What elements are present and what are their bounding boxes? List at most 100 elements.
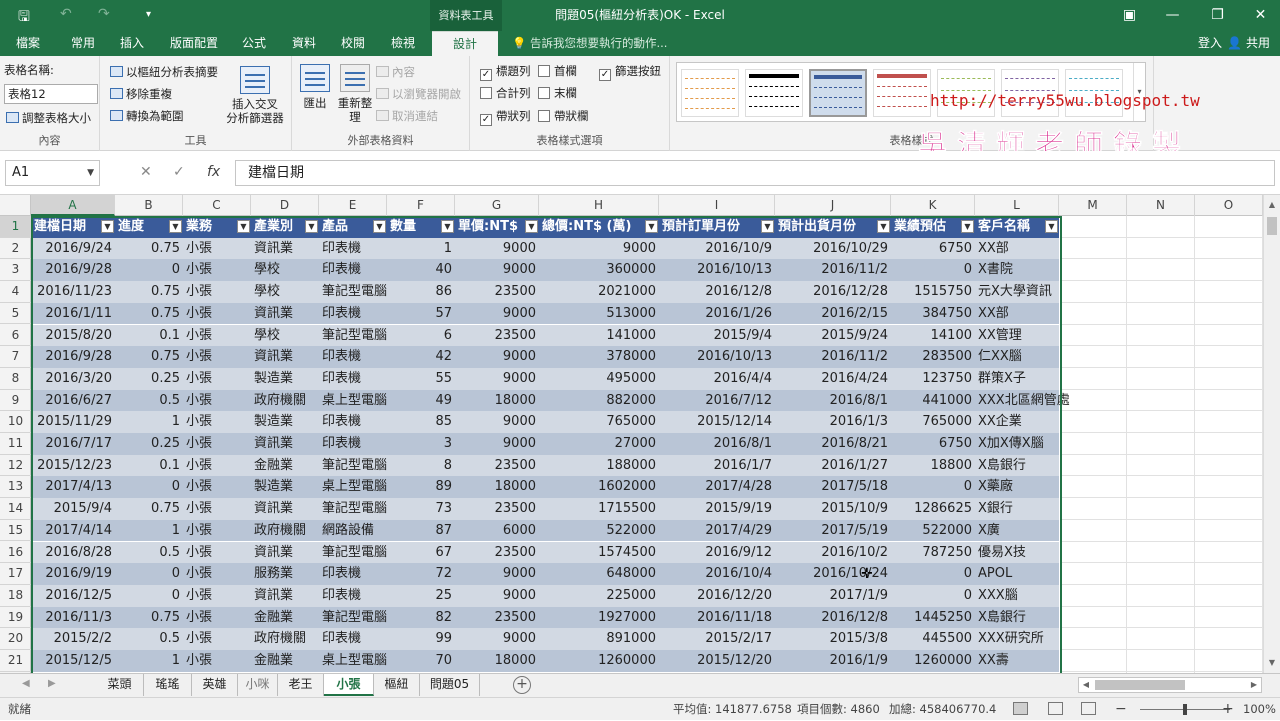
vertical-scrollbar[interactable]: ▲ ▼ [1263, 195, 1280, 673]
table-cell[interactable]: 99 [387, 628, 455, 650]
cell-area[interactable]: 建檔日期 ▼ 進度 ▼ 業務 ▼ 產業別 ▼ 產品 ▼ 數量 ▼ 單價:NT$ ▼ 總價:NT$ (萬) ▼ 預… [31, 216, 1263, 673]
insert-function-icon[interactable]: fx [207, 164, 220, 180]
row-header[interactable]: 7 [0, 346, 31, 368]
table-cell[interactable]: 23500 [455, 498, 539, 520]
table-cell[interactable]: 522000 [539, 520, 659, 542]
table-cell[interactable]: 513000 [539, 303, 659, 325]
row-header[interactable]: 6 [0, 325, 31, 347]
table-cell[interactable]: 55 [387, 368, 455, 390]
table-cell[interactable]: 2016/11/18 [659, 607, 775, 629]
table-cell[interactable]: 小張 [183, 520, 251, 542]
table-cell[interactable]: 1286625 [891, 498, 975, 520]
h-scroll-thumb[interactable] [1095, 680, 1185, 690]
table-cell[interactable]: 0.25 [115, 433, 183, 455]
row-header[interactable]: 11 [0, 433, 31, 455]
row-header[interactable]: 20 [0, 628, 31, 650]
table-cell[interactable]: 384750 [891, 303, 975, 325]
table-cell[interactable]: 小張 [183, 368, 251, 390]
header-row-checkbox[interactable]: ✓ 標題列 [480, 63, 531, 81]
table-cell[interactable]: 印表機 [319, 238, 387, 260]
table-cell[interactable]: 0.1 [115, 455, 183, 477]
banded-rows-checkbox[interactable]: ✓ 帶狀列 [480, 108, 531, 126]
filter-dropdown-icon[interactable]: ▼ [305, 220, 318, 233]
table-cell[interactable]: 2016/9/19 [31, 563, 115, 585]
table-cell[interactable]: 桌上型電腦 [319, 476, 387, 498]
table-cell[interactable]: X書院 [975, 259, 1059, 281]
table-cell[interactable]: 3 [387, 433, 455, 455]
row-header[interactable]: 13 [0, 476, 31, 499]
formula-input[interactable]: 建檔日期 [235, 160, 1275, 186]
table-cell[interactable]: 2016/10/29 [775, 238, 891, 260]
table-cell[interactable]: 0.75 [115, 281, 183, 303]
table-cell[interactable]: 1 [387, 238, 455, 260]
row-header[interactable]: 21 [0, 650, 31, 672]
table-cell[interactable]: 資訊業 [251, 238, 319, 260]
table-cell[interactable]: 1574500 [539, 542, 659, 564]
table-cell[interactable]: 政府機關 [251, 628, 319, 650]
table-cell[interactable]: 441000 [891, 390, 975, 412]
table-cell[interactable]: 6750 [891, 238, 975, 260]
table-cell[interactable]: 學校 [251, 325, 319, 347]
row-header[interactable]: 18 [0, 585, 31, 607]
filter-dropdown-icon[interactable]: ▼ [441, 220, 454, 233]
table-cell[interactable]: 2016/9/24 [31, 238, 115, 260]
table-cell[interactable]: 360000 [539, 259, 659, 281]
table-header-cell[interactable]: 預計出貨月份 ▼ [775, 216, 891, 238]
table-cell[interactable]: 2016/10/2 [775, 542, 891, 564]
table-cell[interactable]: 0.5 [115, 628, 183, 650]
table-cell[interactable]: 2016/8/1 [659, 433, 775, 455]
sheet-tab[interactable]: 小張 [324, 674, 374, 696]
zoom-slider-thumb[interactable] [1183, 704, 1187, 715]
table-cell[interactable]: 0 [891, 585, 975, 607]
table-cell[interactable]: 小張 [183, 498, 251, 520]
table-cell[interactable]: 0 [115, 476, 183, 498]
table-cell[interactable]: XX壽 [975, 650, 1059, 672]
table-cell[interactable]: 2016/11/2 [775, 346, 891, 368]
table-header-cell[interactable]: 業績預估 ▼ [891, 216, 975, 238]
table-cell[interactable]: 製造業 [251, 368, 319, 390]
table-cell[interactable]: 資訊業 [251, 433, 319, 455]
zoom-in-icon[interactable]: + [1222, 698, 1234, 721]
table-cell[interactable]: 小張 [183, 303, 251, 325]
table-cell[interactable]: 18000 [455, 476, 539, 498]
column-header-k[interactable]: K [891, 195, 975, 216]
table-cell[interactable]: 2017/5/19 [775, 520, 891, 542]
row-header[interactable]: 17 [0, 563, 31, 585]
table-cell[interactable]: 2015/9/24 [775, 325, 891, 347]
filter-dropdown-icon[interactable]: ▼ [961, 220, 974, 233]
table-cell[interactable]: 2016/1/26 [659, 303, 775, 325]
table-cell[interactable]: X加X傳X腦 [975, 433, 1059, 455]
table-cell[interactable]: 8 [387, 455, 455, 477]
table-cell[interactable]: XX企業 [975, 411, 1059, 433]
filter-dropdown-icon[interactable]: ▼ [525, 220, 538, 233]
row-header[interactable]: 1 [0, 216, 31, 238]
table-cell[interactable]: 87 [387, 520, 455, 542]
table-cell[interactable]: 印表機 [319, 585, 387, 607]
table-header-cell[interactable]: 產業別 ▼ [251, 216, 319, 238]
remove-duplicates-button[interactable]: 移除重複 [110, 86, 172, 102]
table-cell[interactable]: 優易X技 [975, 542, 1059, 564]
table-cell[interactable]: 9000 [455, 563, 539, 585]
table-cell[interactable]: 86 [387, 281, 455, 303]
table-cell[interactable]: XXX北區網管處 [975, 390, 1070, 412]
table-cell[interactable]: 印表機 [319, 433, 387, 455]
table-cell[interactable]: 2016/2/15 [775, 303, 891, 325]
sign-in-link[interactable]: 登入 [1198, 31, 1222, 56]
filter-dropdown-icon[interactable]: ▼ [1045, 220, 1058, 233]
normal-view-icon[interactable] [1013, 702, 1028, 715]
table-cell[interactable]: 2015/9/4 [31, 498, 115, 520]
table-cell[interactable]: 2016/9/12 [659, 542, 775, 564]
table-cell[interactable]: 小張 [183, 607, 251, 629]
table-cell[interactable]: 2017/4/13 [31, 476, 115, 498]
open-in-browser-button[interactable]: 以瀏覽器開啟 [376, 86, 461, 102]
table-cell[interactable]: 2016/10/24 [775, 563, 891, 585]
table-cell[interactable]: 2016/12/5 [31, 585, 115, 607]
row-header[interactable]: 10 [0, 411, 31, 433]
redo-icon[interactable]: ↷ [98, 6, 110, 22]
table-cell[interactable]: 群策X子 [975, 368, 1059, 390]
column-header-i[interactable]: I [659, 195, 775, 216]
tab-page-layout[interactable]: 版面配置 [161, 31, 227, 56]
table-cell[interactable]: X銀行 [975, 498, 1059, 520]
table-cell[interactable]: 9000 [455, 628, 539, 650]
tab-view[interactable]: 檢視 [381, 31, 425, 56]
